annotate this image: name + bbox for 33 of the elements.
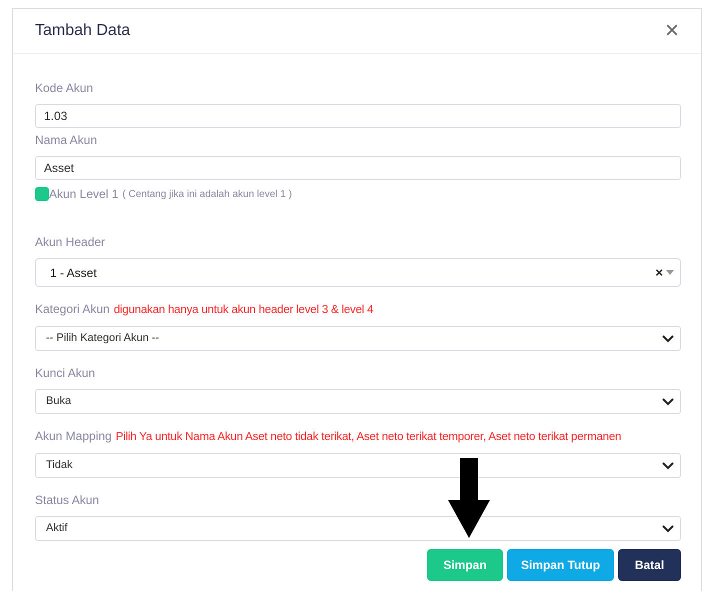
action-button[interactable]: Batal — [618, 549, 681, 581]
select-field[interactable]: Buka — [35, 389, 681, 414]
select-value: -- Pilih Kategori Akun -- — [46, 331, 160, 346]
chevron-down-icon — [662, 334, 674, 342]
select-field[interactable]: -- Pilih Kategori Akun -- — [35, 326, 681, 351]
select-field[interactable]: Tidak — [35, 453, 681, 478]
field-label: Kunci Akun — [35, 366, 96, 381]
field-label: Nama Akun — [35, 133, 98, 148]
select-value: Tidak — [46, 458, 74, 474]
text-field[interactable]: 1.03 — [35, 104, 681, 128]
field-label: Kategori Akun — [35, 302, 110, 317]
chevron-down-icon — [662, 524, 674, 532]
text-field[interactable]: Asset — [35, 156, 681, 180]
close-button[interactable]: × — [664, 19, 679, 43]
select-field[interactable]: 1 - Asset × — [35, 258, 681, 287]
field-label: Akun Header — [35, 235, 106, 250]
checkbox[interactable] — [35, 187, 49, 201]
field-note: Pilih Ya untuk Nama Akun Aset neto tidak terikat, Aset neto terikat temporer, Aset neto terikat permanen — [116, 430, 622, 445]
field-label: Akun Mapping — [35, 429, 112, 444]
select-value: 1 - Asset — [50, 264, 98, 282]
checkbox-label: Akun Level 1 — [49, 186, 118, 203]
select-value: Buka — [46, 394, 72, 410]
select-value: Aktif — [46, 521, 68, 536]
checkbox-hint: ( Centang jika ini adalah akun level 1 ) — [122, 188, 292, 202]
chevron-down-icon — [662, 462, 674, 470]
field-note: digunakan hanya untuk akun header level 3 & level 4 — [114, 303, 374, 318]
caret-icon — [666, 270, 674, 275]
select-field[interactable]: Aktif — [35, 516, 681, 541]
dialog-title: Tambah Data — [35, 21, 130, 41]
field-label: Kode Akun — [35, 81, 94, 96]
field-label: Status Akun — [35, 493, 100, 508]
chevron-down-icon — [662, 398, 674, 406]
clear-button[interactable]: × — [655, 262, 663, 282]
